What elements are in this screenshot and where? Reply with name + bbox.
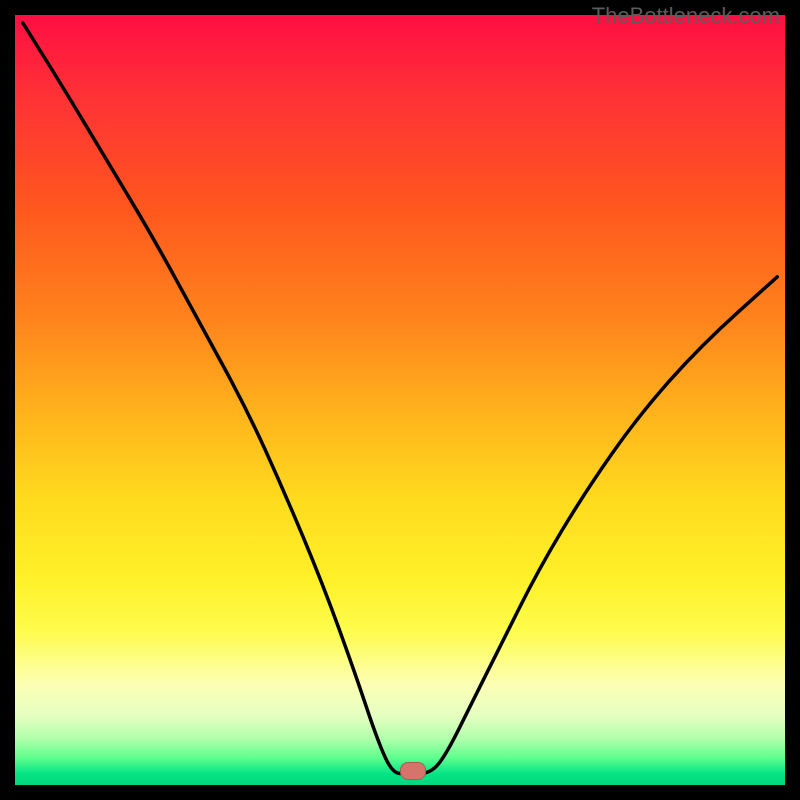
watermark-text: TheBottleneck.com xyxy=(592,3,780,29)
optimal-marker xyxy=(400,762,426,780)
chart-area xyxy=(15,15,785,785)
bottleneck-curve xyxy=(15,15,785,785)
